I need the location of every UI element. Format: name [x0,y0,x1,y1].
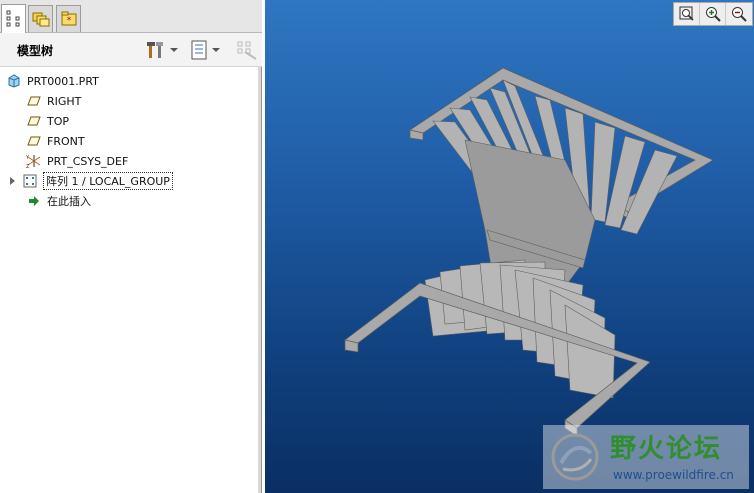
forum-logo-icon [551,433,599,481]
expand-arrow-icon[interactable] [10,177,15,185]
forum-watermark: 野火论坛 www.proewildfire.cn [543,425,749,489]
tab-folder-browser[interactable] [28,5,53,32]
settings-button[interactable] [146,40,178,60]
tab-favorites[interactable]: * [56,5,81,32]
tree-item-label: 在此插入 [47,195,91,208]
show-button[interactable] [190,40,220,60]
tab-model-tree[interactable] [1,4,26,33]
tree-item-label: RIGHT [47,94,82,108]
insert-here-arrow-icon [26,193,42,209]
datum-plane-icon [26,133,42,149]
navigator-tab-strip: * [0,0,262,33]
show-icon [191,40,207,60]
zoom-out-icon [732,7,747,22]
tree-item-top[interactable]: TOP [26,112,69,130]
model-tree-icon [6,10,19,27]
tree-item-csys[interactable]: Y Z PRT_CSYS_DEF [26,152,128,170]
watermark-title: 野火论坛 [610,434,723,464]
tree-item-pattern[interactable]: 阵列 1 / LOCAL_GROUP [10,172,173,190]
spiral-staircase-model [344,67,714,437]
tree-root-label: PRT0001.PRT [27,74,99,88]
folder-browser-icon [32,12,49,27]
favorites-icon: * [61,11,76,26]
tree-item-label: 阵列 1 / LOCAL_GROUP [43,172,173,190]
tree-item-label: FRONT [47,134,85,148]
zoom-in-button[interactable] [700,3,726,25]
watermark-url: www.proewildfire.cn [613,468,734,482]
graphics-viewport[interactable]: 野火论坛 www.proewildfire.cn [265,0,754,493]
zoom-out-button[interactable] [726,3,752,25]
svg-text:*: * [66,16,71,26]
settings-icon [147,42,163,58]
tree-item-insert-here[interactable]: 在此插入 [26,192,91,210]
show-dropdown-arrow[interactable] [212,48,220,52]
tree-root-part[interactable]: PRT0001.PRT [6,72,99,90]
zoom-fit-icon [679,6,694,21]
tree-item-front[interactable]: FRONT [26,132,85,150]
tree-item-label: PRT_CSYS_DEF [47,154,129,168]
navigator-panel: * 模型树 PRT0001.PRT RIGHT TOP FRONT Y Z PR… [0,0,262,493]
settings-dropdown-arrow[interactable] [170,48,178,52]
disabled-tool-icon [237,41,257,60]
part-icon [6,73,22,89]
disabled-tool-button [236,40,258,60]
model-tree-header: 模型树 [0,33,262,67]
datum-plane-icon [26,113,42,129]
coordinate-system-icon: Y Z [26,153,42,169]
svg-text:Z: Z [26,164,30,169]
zoom-in-icon [705,7,721,22]
tree-item-label: TOP [47,114,70,128]
model-tree-title: 模型树 [17,44,54,58]
datum-plane-icon [26,93,42,109]
lower-treads [424,259,616,399]
zoom-fit-button[interactable] [674,3,700,25]
panel-splitter[interactable] [258,67,261,493]
view-toolbar [673,2,753,26]
pattern-icon [22,173,38,189]
tree-item-right[interactable]: RIGHT [26,92,81,110]
